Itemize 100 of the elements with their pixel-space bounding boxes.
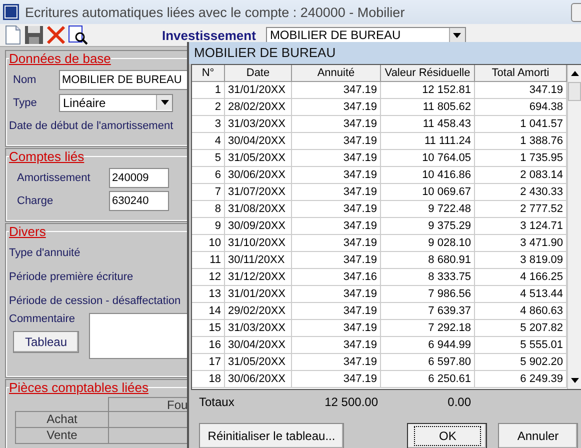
- table-cell: 7 986.56: [381, 286, 475, 303]
- scrollbar[interactable]: [567, 65, 581, 389]
- table-cell: 347.19: [292, 354, 381, 371]
- dialog-button[interactable]: Annuler: [498, 423, 578, 448]
- table-cell: 11 805.62: [381, 99, 475, 116]
- table-cell: 31/01/20XX: [225, 82, 292, 99]
- field-label: Type: [12, 96, 38, 108]
- column-header: Total Amorti: [475, 65, 567, 82]
- scroll-thumb[interactable]: [568, 82, 581, 101]
- table-cell: 30/11/20XX: [225, 252, 292, 269]
- window-title: Ecritures automatiques liées avec le compte : 240000 - Mobilier: [25, 4, 405, 20]
- account-field[interactable]: 630240: [109, 190, 169, 210]
- tableau-button[interactable]: Tableau: [13, 331, 79, 353]
- table-cell: 30/06/20XX: [225, 371, 292, 388]
- account-field[interactable]: 240009: [109, 168, 169, 188]
- table-cell: 9 375.29: [381, 218, 475, 235]
- table-cell: 8: [192, 201, 225, 218]
- table-cell: 347.19: [292, 82, 381, 99]
- column-header: Date: [225, 65, 292, 82]
- table-cell: 13: [192, 286, 225, 303]
- table-cell: 347.19: [292, 337, 381, 354]
- table-cell: 347.19: [292, 218, 381, 235]
- table-cell: 31/10/20XX: [225, 235, 292, 252]
- table-cell: 31/01/20XX: [225, 286, 292, 303]
- table-cell: 347.19: [292, 371, 381, 388]
- preview-icon[interactable]: [68, 25, 88, 45]
- column-header: Valeur Résiduelle: [381, 65, 475, 82]
- field-label: Nom: [12, 74, 38, 86]
- field-label: Charge: [16, 194, 54, 206]
- save-icon[interactable]: [24, 25, 44, 45]
- table-cell: 31/05/20XX: [225, 354, 292, 371]
- dropdown-arrow-icon: [453, 32, 462, 38]
- table-cell: 347.19: [292, 252, 381, 269]
- table-cell: 31/08/20XX: [225, 201, 292, 218]
- table-cell: 18: [192, 371, 225, 388]
- table-cell: 6: [192, 167, 225, 184]
- table-cell: 11 458.43: [381, 116, 475, 133]
- dialog-button[interactable]: OK: [407, 423, 487, 448]
- table-cell: 8 680.91: [381, 252, 475, 269]
- table-cell: 14: [192, 303, 225, 320]
- table-cell: 7: [192, 184, 225, 201]
- table-cell: 347.19: [292, 235, 381, 252]
- table-cell: 347.19: [292, 116, 381, 133]
- table-cell: 31/12/20XX: [225, 269, 292, 286]
- table-cell: 5: [192, 150, 225, 167]
- table-cell: 17: [192, 354, 225, 371]
- totals-annuite: 12 500.00: [324, 395, 378, 409]
- table-cell: 31/03/20XX: [225, 116, 292, 133]
- up-arrow-icon: [570, 71, 578, 76]
- table-cell: 347.19: [292, 99, 381, 116]
- table-cell: 15: [192, 320, 225, 337]
- section-title: Comptes liés: [9, 149, 84, 164]
- table-cell: 31/07/20XX: [225, 184, 292, 201]
- row-header: Vente: [15, 427, 109, 444]
- table-cell: 2: [192, 99, 225, 116]
- table-cell: 10: [192, 235, 225, 252]
- column-header: Annuité: [292, 65, 381, 82]
- field-label: Période première écriture: [9, 271, 134, 283]
- table-cell: 347.19: [292, 303, 381, 320]
- table-cell: 8 333.75: [381, 269, 475, 286]
- type-dropdown[interactable]: Linéaire: [59, 94, 173, 112]
- table-cell: 347.19: [292, 320, 381, 337]
- field-label: Période de cession - désaffectation: [9, 295, 181, 307]
- investissement-dropdown[interactable]: MOBILIER DE BUREAU: [266, 26, 466, 44]
- table-cell: 4: [192, 133, 225, 150]
- table-cell: 3: [192, 116, 225, 133]
- table-cell: 9 028.10: [381, 235, 475, 252]
- delete-icon[interactable]: [46, 25, 66, 45]
- table-cell: 347.19: [292, 133, 381, 150]
- field-label: Date de début de l'amortissement: [9, 120, 174, 132]
- table-cell: 30/04/20XX: [225, 133, 292, 150]
- table-cell: 347.16: [292, 269, 381, 286]
- app-icon: [3, 4, 19, 20]
- table-cell: 9: [192, 218, 225, 235]
- table-cell: 1: [192, 82, 225, 99]
- row-header: Achat: [15, 411, 109, 428]
- table-cell: 28/02/20XX: [225, 99, 292, 116]
- table-cell: 347.19: [292, 184, 381, 201]
- section-title: Pièces comptables liées: [9, 380, 148, 395]
- table-cell: 10 069.67: [381, 184, 475, 201]
- table-cell: 6 597.80: [381, 354, 475, 371]
- table-cell: 30/06/20XX: [225, 167, 292, 184]
- table-cell: 11 111.24: [381, 133, 475, 150]
- dropdown-arrow-icon: [160, 100, 168, 105]
- section-title: Divers: [9, 224, 46, 239]
- new-document-icon[interactable]: [4, 25, 22, 45]
- table-cell: 347.19: [292, 167, 381, 184]
- field-label: Commentaire: [9, 313, 76, 325]
- investissement-label: Investissement: [162, 28, 256, 42]
- totals-valeur: 0.00: [448, 395, 471, 409]
- dialog-title: MOBILIER DE BUREAU: [189, 42, 581, 64]
- table-cell: 7 639.37: [381, 303, 475, 320]
- field-label: Type d'annuité: [9, 247, 80, 259]
- table-cell: 10 416.86: [381, 167, 475, 184]
- table-cell: 30/09/20XX: [225, 218, 292, 235]
- table-cell: 9 722.48: [381, 201, 475, 218]
- table-cell: 347.19: [292, 201, 381, 218]
- dialog-button[interactable]: Réinitialiser le tableau...: [199, 423, 344, 448]
- table-cell: 347.19: [292, 286, 381, 303]
- field-label: Amortissement: [16, 172, 92, 184]
